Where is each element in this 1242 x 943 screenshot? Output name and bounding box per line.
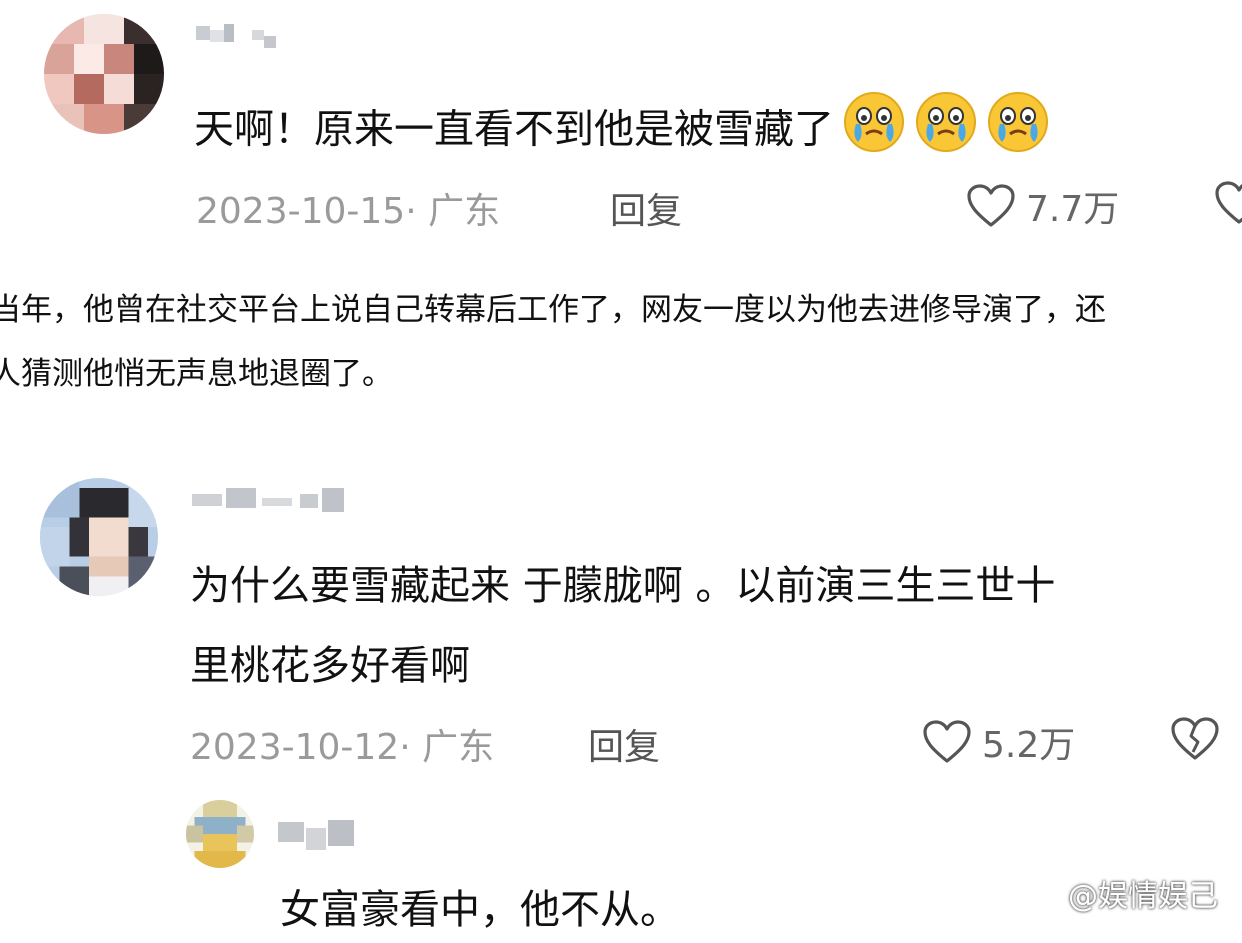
broken-heart-icon: [1171, 717, 1219, 760]
heart-icon: [923, 720, 971, 763]
dislike-button[interactable]: [1170, 716, 1220, 766]
article-line: 人猜测他悄无声息地退圈了。: [0, 356, 393, 392]
reply-text: 女富豪看中，他不从。: [280, 887, 680, 933]
reply-button[interactable]: 回复: [610, 182, 682, 234]
comment-date-location: 2023-10-12· 广东: [190, 727, 495, 768]
like-button[interactable]: 5.2万: [922, 716, 1075, 768]
avatar[interactable]: [40, 478, 158, 596]
like-button[interactable]: 7.7万: [966, 180, 1119, 232]
comment-text-line: 里桃花多好看啊: [190, 643, 470, 689]
like-count: 7.7万: [1026, 189, 1120, 230]
avatar[interactable]: [186, 800, 254, 868]
heart-icon: [967, 184, 1015, 227]
username-blurred[interactable]: [278, 816, 358, 856]
like-count: 5.2万: [982, 725, 1076, 766]
comment-date-location: 2023-10-15· 广东: [196, 191, 501, 232]
reply-button[interactable]: 回复: [588, 718, 660, 770]
weibo-icon: [1028, 874, 1062, 912]
article-paragraph: 当年，他曾在社交平台上说自己转幕后工作了，网友一度以为他去进修导演了，还 人猜测…: [0, 278, 1242, 406]
comment-text-line: 为什么要雪藏起来 于朦胧啊 。以前演三生三世十: [190, 563, 1056, 609]
comment-text: 天啊！原来一直看不到他是被雪藏了: [194, 90, 1050, 173]
dislike-button[interactable]: [1214, 180, 1242, 230]
watermark-text: @娱情娱己: [1068, 879, 1218, 914]
crying-face-icon: [842, 90, 906, 173]
watermark: @娱情娱己: [1028, 871, 1218, 915]
crying-face-icon: [914, 90, 978, 173]
crying-face-icon: [986, 90, 1050, 173]
username-blurred[interactable]: [192, 484, 362, 518]
comment-1: 天啊！原来一直看不到他是被雪藏了 2023-10-15· 广东 回复 7.7万: [0, 0, 1242, 248]
avatar[interactable]: [44, 14, 164, 134]
comment-text-content: 天啊！原来一直看不到他是被雪藏了: [194, 106, 834, 153]
article-line: 当年，他曾在社交平台上说自己转幕后工作了，网友一度以为他去进修导演了，还: [0, 292, 1106, 328]
username-blurred[interactable]: [196, 22, 286, 56]
broken-heart-icon: [1215, 181, 1242, 224]
